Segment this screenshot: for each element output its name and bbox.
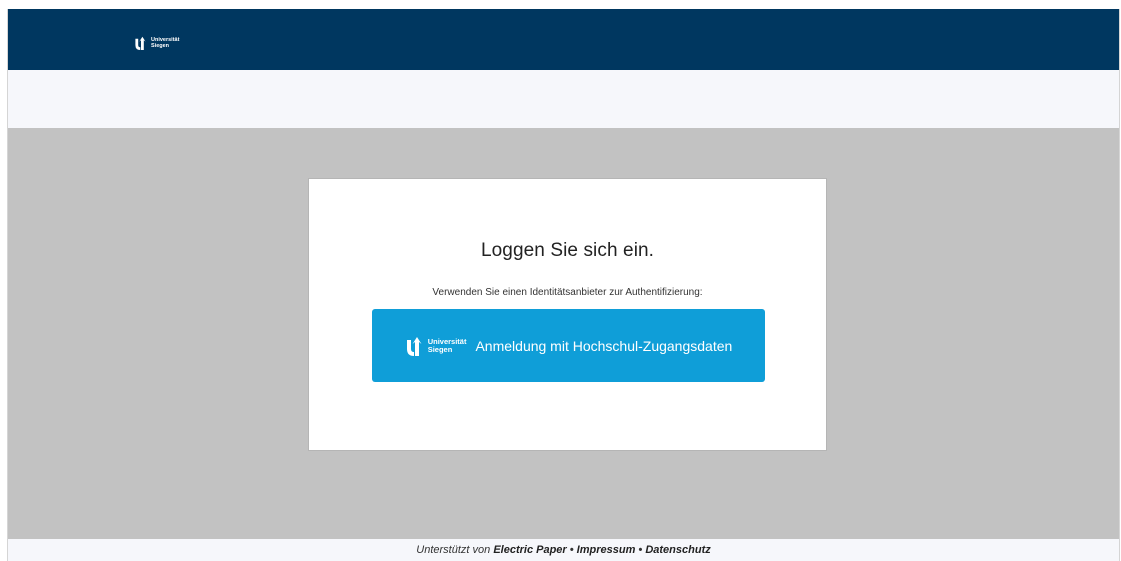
secondary-bar — [8, 70, 1119, 128]
footer-prefix: Unterstützt von — [416, 544, 494, 556]
login-card: Loggen Sie sich ein. Verwenden Sie einen… — [308, 178, 827, 451]
login-title: Loggen Sie sich ein. — [480, 240, 655, 261]
top-navigation-bar: Universität Siegen — [8, 9, 1119, 70]
university-logo-icon — [406, 336, 422, 356]
footer-separator: • — [566, 544, 577, 556]
footer-link-impressum[interactable]: Impressum — [577, 544, 636, 556]
brand-line-2: Siegen — [151, 43, 170, 49]
page-frame: Universität Siegen Loggen Sie sich ein. … — [7, 9, 1120, 561]
university-logo[interactable]: Universität Siegen — [134, 35, 179, 51]
university-logo-icon — [135, 36, 146, 50]
idp-logo: Universität Siegen — [405, 336, 466, 356]
main-content: Loggen Sie sich ein. Verwenden Sie einen… — [8, 128, 1119, 539]
page-footer: Unterstützt von Electric Paper • Impress… — [8, 539, 1119, 561]
footer-link-datenschutz[interactable]: Datenschutz — [645, 544, 710, 556]
idp-logo-line-2: Siegen — [427, 344, 453, 354]
login-subtitle: Verwenden Sie einen Identitätsanbieter z… — [432, 287, 703, 298]
idp-login-label: Anmeldung mit Hochschul-Zugangsdaten — [475, 337, 733, 354]
footer-link-electric-paper[interactable]: Electric Paper — [493, 544, 566, 556]
idp-login-button[interactable]: Universität Siegen Anmeldung mit Hochsch… — [372, 309, 765, 382]
footer-separator: • — [635, 544, 646, 556]
